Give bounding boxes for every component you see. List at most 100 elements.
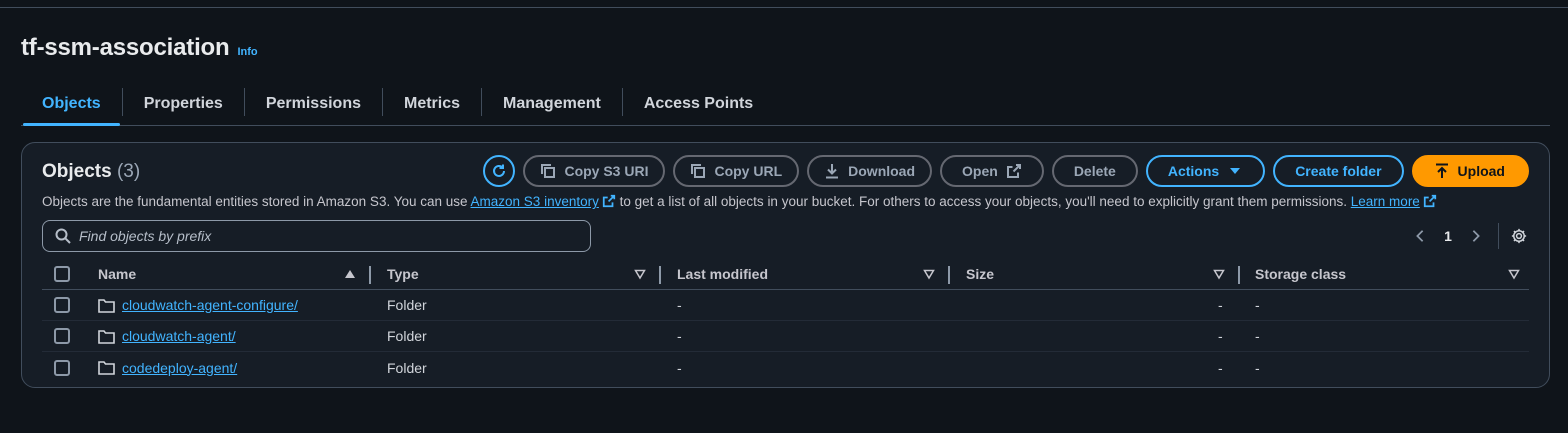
size-cell: - bbox=[1218, 297, 1223, 313]
tab-metrics[interactable]: Metrics bbox=[383, 82, 481, 125]
open-label: Open bbox=[962, 163, 998, 179]
name-cell: cloudwatch-agent-configure/ bbox=[98, 290, 298, 320]
actions-label: Actions bbox=[1167, 163, 1220, 179]
download-button[interactable]: Download bbox=[807, 155, 933, 187]
folder-icon bbox=[98, 360, 115, 375]
last-modified-cell: - bbox=[677, 297, 682, 313]
column-resizer[interactable] bbox=[948, 266, 950, 284]
folder-icon bbox=[98, 329, 115, 344]
gear-icon bbox=[1511, 228, 1527, 244]
refresh-icon bbox=[491, 163, 507, 179]
s3-inventory-link[interactable]: Amazon S3 inventory bbox=[471, 194, 599, 209]
tab-objects[interactable]: Objects bbox=[21, 82, 122, 126]
column-resizer[interactable] bbox=[369, 266, 371, 284]
row-checkbox-cell bbox=[54, 290, 70, 320]
object-name-link[interactable]: cloudwatch-agent/ bbox=[122, 328, 236, 344]
pagination-divider bbox=[1498, 223, 1499, 249]
objects-toolbar: Copy S3 URI Copy URL Download Open Delet… bbox=[483, 155, 1529, 187]
upload-icon bbox=[1434, 163, 1450, 179]
objects-table: Name Type Last modified Size Storage cla… bbox=[42, 259, 1529, 383]
sort-icon[interactable] bbox=[634, 259, 646, 289]
tab-management[interactable]: Management bbox=[482, 82, 622, 125]
table-header: Name Type Last modified Size Storage cla… bbox=[42, 259, 1529, 290]
external-link-icon bbox=[1006, 163, 1022, 179]
name-cell: codedeploy-agent/ bbox=[98, 352, 237, 383]
type-cell: Folder bbox=[387, 297, 427, 313]
external-link-icon bbox=[1423, 194, 1437, 211]
refresh-button[interactable] bbox=[483, 155, 516, 187]
page-title: tf-ssm-association bbox=[21, 34, 230, 61]
top-divider bbox=[0, 7, 1568, 8]
copy-s3-uri-button[interactable]: Copy S3 URI bbox=[523, 155, 666, 187]
column-header-name[interactable]: Name bbox=[98, 259, 136, 289]
s3-inventory-label: Amazon S3 inventory bbox=[470, 194, 599, 209]
object-name-link[interactable]: codedeploy-agent/ bbox=[122, 360, 237, 376]
column-header-size[interactable]: Size bbox=[966, 259, 994, 289]
search-input[interactable] bbox=[79, 228, 559, 244]
last-modified-cell: - bbox=[677, 359, 682, 376]
column-header-type[interactable]: Type bbox=[387, 259, 419, 289]
objects-heading: Objects (3) bbox=[42, 161, 140, 183]
type-cell: Folder bbox=[387, 359, 427, 376]
storage-class-cell: - bbox=[1255, 297, 1260, 313]
row-checkbox-cell bbox=[54, 321, 70, 351]
create-folder-button[interactable]: Create folder bbox=[1273, 155, 1404, 187]
size-cell: - bbox=[1218, 359, 1223, 376]
learn-more-label: Learn more bbox=[1350, 194, 1420, 209]
download-label: Download bbox=[848, 163, 916, 179]
info-link[interactable]: Info bbox=[237, 46, 257, 58]
learn-more-link[interactable]: Learn more bbox=[1351, 194, 1420, 209]
select-all-checkbox[interactable] bbox=[54, 266, 70, 282]
table-row[interactable]: cloudwatch-agent/ Folder - - - bbox=[42, 321, 1529, 352]
tab-permissions[interactable]: Permissions bbox=[245, 82, 382, 125]
objects-count: (3) bbox=[116, 161, 141, 182]
column-resizer[interactable] bbox=[659, 266, 661, 284]
search-icon bbox=[55, 228, 71, 244]
actions-dropdown[interactable]: Actions bbox=[1145, 155, 1266, 187]
sort-icon[interactable] bbox=[1508, 259, 1520, 289]
tab-access-points[interactable]: Access Points bbox=[623, 82, 774, 125]
search-box bbox=[42, 220, 591, 252]
sort-ascending-icon[interactable] bbox=[344, 259, 356, 289]
copy-s3-uri-label: Copy S3 URI bbox=[564, 163, 649, 179]
description-text-end: to get a list of all objects in your buc… bbox=[615, 194, 1351, 209]
page-number[interactable]: 1 bbox=[1432, 228, 1464, 244]
previous-page-button[interactable] bbox=[1408, 224, 1432, 248]
objects-container: Objects (3) Copy S3 URI Copy URL Downloa… bbox=[21, 142, 1550, 388]
sort-icon[interactable] bbox=[923, 259, 935, 289]
column-header-storage-class[interactable]: Storage class bbox=[1255, 259, 1346, 289]
delete-button[interactable]: Delete bbox=[1051, 155, 1138, 187]
upload-button[interactable]: Upload bbox=[1411, 155, 1529, 187]
table-row[interactable]: cloudwatch-agent-configure/ Folder - - - bbox=[42, 290, 1529, 321]
open-button[interactable]: Open bbox=[940, 155, 1044, 187]
object-name-link[interactable]: cloudwatch-agent-configure/ bbox=[122, 297, 298, 313]
table-row[interactable]: codedeploy-agent/ Folder - - - bbox=[42, 352, 1529, 383]
copy-icon bbox=[690, 163, 706, 179]
sort-icon[interactable] bbox=[1213, 259, 1225, 289]
type-cell: Folder bbox=[387, 328, 427, 344]
row-checkbox-cell bbox=[54, 352, 70, 383]
tab-bar: Objects Properties Permissions Metrics M… bbox=[21, 82, 1550, 126]
page-header: tf-ssm-association Info bbox=[21, 34, 258, 62]
next-page-button[interactable] bbox=[1464, 224, 1488, 248]
storage-class-cell: - bbox=[1255, 328, 1260, 344]
settings-button[interactable] bbox=[1507, 224, 1531, 248]
tab-properties[interactable]: Properties bbox=[123, 82, 244, 125]
column-resizer[interactable] bbox=[1238, 266, 1240, 284]
description-text-start: Objects are the fundamental entities sto… bbox=[42, 194, 471, 209]
copy-url-button[interactable]: Copy URL bbox=[673, 155, 800, 187]
copy-icon bbox=[540, 163, 556, 179]
size-cell: - bbox=[1218, 328, 1223, 344]
delete-label: Delete bbox=[1073, 163, 1116, 179]
copy-url-label: Copy URL bbox=[714, 163, 783, 179]
row-checkbox[interactable] bbox=[54, 297, 70, 313]
last-modified-cell: - bbox=[677, 328, 682, 344]
row-checkbox[interactable] bbox=[54, 359, 70, 376]
column-header-last-modified[interactable]: Last modified bbox=[677, 259, 768, 289]
folder-icon bbox=[98, 298, 115, 313]
caret-down-icon bbox=[1227, 163, 1243, 179]
upload-label: Upload bbox=[1457, 163, 1505, 179]
create-folder-label: Create folder bbox=[1295, 163, 1382, 179]
download-icon bbox=[824, 163, 840, 179]
row-checkbox[interactable] bbox=[54, 328, 70, 344]
